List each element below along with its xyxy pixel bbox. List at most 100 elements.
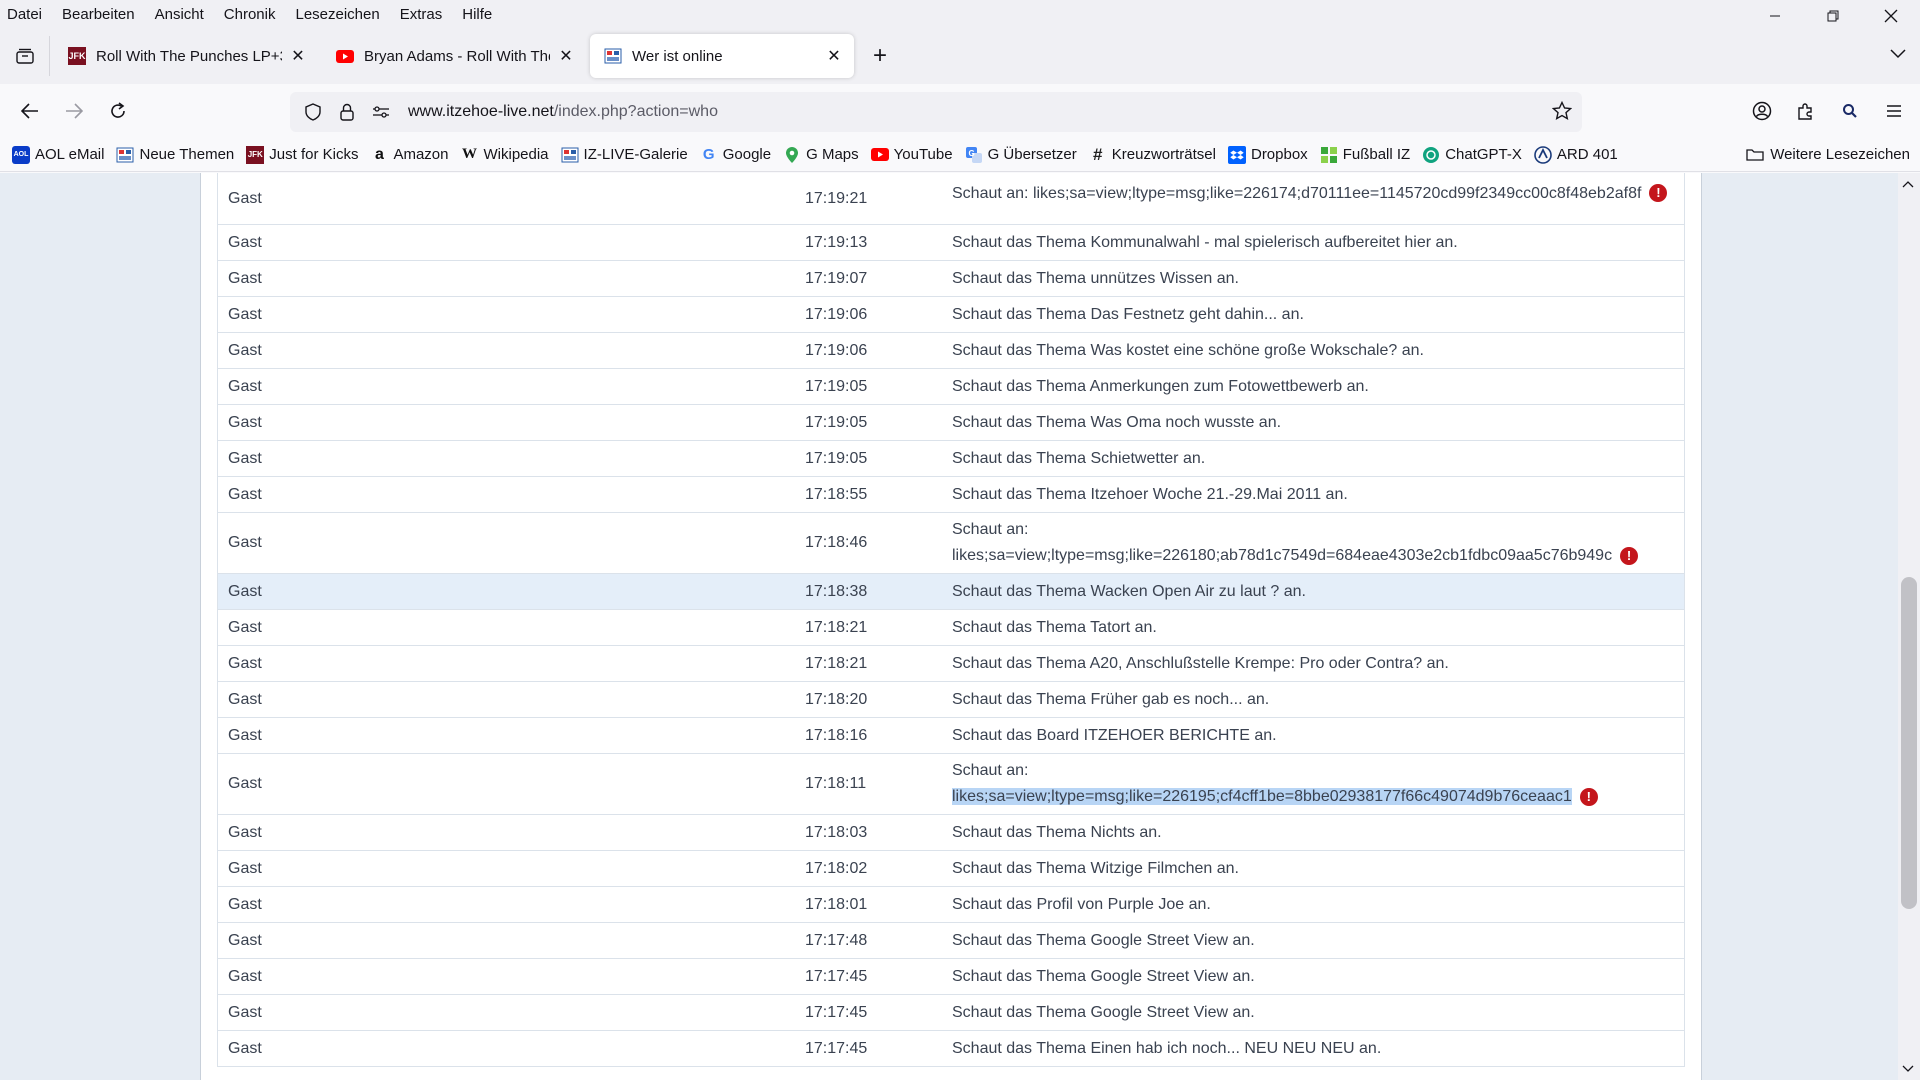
table-row: Gast 17:18:46 Schaut an: likes;sa=view;ltyp… bbox=[217, 513, 1685, 574]
menu-bearbeiten[interactable]: Bearbeiten bbox=[54, 6, 143, 23]
bookmark-label: Amazon bbox=[393, 146, 449, 163]
row-time: 17:19:05 bbox=[805, 449, 868, 467]
vertical-scrollbar[interactable] bbox=[1898, 173, 1920, 1080]
url-domain: www.itzehoe-live.net bbox=[408, 103, 554, 120]
bookmark-neue-themen[interactable]: Neue Themen bbox=[116, 146, 234, 164]
bookmark-favicon-icon bbox=[1320, 146, 1338, 164]
search-extension-button[interactable] bbox=[1828, 91, 1872, 131]
lock-icon[interactable] bbox=[330, 92, 364, 132]
row-action-url[interactable]: likes;sa=view;ltype=msg;like=226180;ab78… bbox=[952, 547, 1612, 564]
close-tab-icon[interactable]: ✕ bbox=[824, 46, 844, 66]
bookmark-g-übersetzer[interactable]: G G Übersetzer bbox=[965, 146, 1077, 164]
row-action: Schaut das Thema unnützes Wissen an. bbox=[952, 266, 1684, 292]
shield-icon[interactable] bbox=[296, 92, 330, 132]
row-time: 17:19:21 bbox=[805, 189, 868, 207]
row-action: Schaut das Thema A20, Anschlußstelle Kre… bbox=[952, 651, 1684, 677]
row-time: 17:17:48 bbox=[805, 931, 868, 949]
row-action-text[interactable]: Schaut an: likes;sa=view;ltype=msg;like=… bbox=[952, 185, 1641, 202]
forward-button[interactable] bbox=[52, 91, 96, 131]
row-action-text: Schaut das Thema Google Street View an. bbox=[952, 931, 1255, 949]
row-action-text: Schaut das Profil von Purple Joe an. bbox=[952, 895, 1211, 913]
bookmark-dropbox[interactable]: Dropbox bbox=[1227, 145, 1308, 164]
table-row: Gast 17:18:20 Schaut das Thema Früher gab … bbox=[217, 682, 1685, 718]
row-action: Schaut das Thema Was Oma noch wusste an. bbox=[952, 410, 1684, 436]
table-row: Gast 17:18:16 Schaut das Board ITZEHOER BE… bbox=[217, 718, 1685, 754]
close-tab-icon[interactable]: ✕ bbox=[288, 46, 308, 66]
row-user: Gast bbox=[228, 449, 262, 467]
tab-bryan-adams-youtube[interactable]: Bryan Adams - Roll With The Pu ✕ bbox=[322, 34, 586, 78]
folder-icon bbox=[1746, 149, 1764, 161]
tab-bar: JFK Roll With The Punches LP+3CD ✕ Bryan… bbox=[0, 28, 1920, 84]
bookmark-favicon-icon: G bbox=[965, 146, 983, 164]
bookmark-favicon-icon bbox=[116, 146, 134, 164]
more-bookmarks-button[interactable]: Weitere Lesezeichen bbox=[1746, 146, 1910, 163]
row-action: Schaut das Thema Das Festnetz geht dahin… bbox=[952, 302, 1684, 328]
bookmark-label: Neue Themen bbox=[139, 146, 235, 163]
tab-list-button[interactable] bbox=[0, 36, 50, 76]
bookmark-favicon-icon: G bbox=[702, 146, 715, 163]
bookmark-star-icon[interactable] bbox=[1551, 100, 1573, 125]
bookmark-favicon-icon bbox=[1227, 145, 1246, 164]
bookmark-wikipedia[interactable]: W Wikipedia bbox=[461, 146, 549, 164]
close-tab-icon[interactable]: ✕ bbox=[556, 46, 576, 66]
bookmark-ard-401[interactable]: ARD 401 bbox=[1534, 145, 1618, 164]
bookmark-favicon-icon: AOL bbox=[12, 145, 30, 164]
row-user: Gast bbox=[228, 895, 262, 913]
tab-manager-icon bbox=[15, 48, 34, 64]
menu-lesezeichen[interactable]: Lesezeichen bbox=[287, 6, 387, 23]
table-row: Gast 17:17:45 Schaut das Thema Google Stre… bbox=[217, 959, 1685, 995]
row-action: Schaut das Profil von Purple Joe an. bbox=[952, 892, 1684, 918]
row-time: 17:18:01 bbox=[805, 895, 868, 913]
scroll-up-arrow-icon[interactable] bbox=[1902, 177, 1914, 191]
bookmark-aol-email[interactable]: AOL AOL eMail bbox=[12, 145, 104, 164]
bookmark-iz-live-galerie[interactable]: IZ-LIVE-Galerie bbox=[561, 146, 688, 164]
tab-roll-with-the-punches[interactable]: JFK Roll With The Punches LP+3CD ✕ bbox=[54, 34, 318, 78]
row-action-url[interactable]: likes;sa=view;ltype=msg;like=226195;cf4c… bbox=[952, 788, 1572, 805]
bookmark-g-maps[interactable]: G Maps bbox=[783, 146, 859, 164]
row-action: Schaut das Thema Früher gab es noch... a… bbox=[952, 687, 1684, 713]
bookmark-youtube[interactable]: YouTube bbox=[870, 146, 953, 164]
bookmark-label: G Maps bbox=[806, 146, 859, 163]
new-tab-button[interactable]: + bbox=[860, 36, 900, 76]
row-time: 17:19:05 bbox=[805, 377, 868, 395]
bookmark-just-for-kicks[interactable]: JFK Just for Kicks bbox=[246, 145, 358, 164]
menu-extras[interactable]: Extras bbox=[392, 6, 451, 23]
url-text[interactable]: www.itzehoe-live.net/index.php?action=wh… bbox=[408, 103, 718, 121]
row-action: Schaut an: likes;sa=view;ltype=msg;like=… bbox=[952, 181, 1684, 207]
scrollbar-thumb[interactable] bbox=[1901, 577, 1917, 909]
youtube-icon bbox=[336, 47, 354, 65]
bookmark-fußball-iz[interactable]: Fußball IZ bbox=[1320, 146, 1410, 164]
row-action: Schaut das Thema Tatort an. bbox=[952, 615, 1684, 641]
bookmark-google[interactable]: G Google bbox=[700, 146, 771, 164]
table-row: Gast 17:17:48 Schaut das Thema Google Stre… bbox=[217, 923, 1685, 959]
row-action-text: Schaut das Thema Tatort an. bbox=[952, 618, 1157, 636]
row-user: Gast bbox=[228, 189, 262, 207]
who-online-table: Gast 17:19:21 Schaut an: likes;sa=view;lty… bbox=[217, 173, 1685, 1067]
row-user: Gast bbox=[228, 618, 262, 636]
account-button[interactable] bbox=[1740, 91, 1784, 131]
list-all-tabs-button[interactable] bbox=[1890, 46, 1906, 62]
bookmark-chatgpt-x[interactable]: ChatGPT-X bbox=[1422, 146, 1522, 164]
row-user: Gast bbox=[228, 269, 262, 287]
jfk-favicon-icon: JFK bbox=[68, 47, 86, 65]
reload-button[interactable] bbox=[96, 91, 140, 131]
hamburger-menu-icon bbox=[1887, 105, 1901, 117]
app-menu-button[interactable] bbox=[1872, 91, 1916, 131]
tab-wer-ist-online[interactable]: Wer ist online ✕ bbox=[590, 34, 854, 78]
bookmark-amazon[interactable]: a Amazon bbox=[370, 146, 448, 164]
row-user: Gast bbox=[228, 859, 262, 877]
bookmark-kreuzworträtsel[interactable]: # Kreuzworträtsel bbox=[1089, 145, 1216, 164]
menu-datei[interactable]: Datei bbox=[0, 6, 50, 23]
table-row: Gast 17:19:05 Schaut das Thema Schietwette… bbox=[217, 441, 1685, 477]
row-action-text: Schaut das Thema Nichts an. bbox=[952, 823, 1162, 841]
row-action: Schaut an: likes;sa=view;ltype=msg;like=2… bbox=[952, 758, 1684, 810]
scroll-down-arrow-icon[interactable] bbox=[1902, 1062, 1914, 1076]
url-bar[interactable]: www.itzehoe-live.net/index.php?action=wh… bbox=[290, 92, 1582, 132]
extensions-button[interactable] bbox=[1784, 91, 1828, 131]
menu-chronik[interactable]: Chronik bbox=[216, 6, 284, 23]
menu-hilfe[interactable]: Hilfe bbox=[454, 6, 500, 23]
menu-ansicht[interactable]: Ansicht bbox=[147, 6, 212, 23]
table-row: Gast 17:19:05 Schaut das Thema Was Oma noc… bbox=[217, 405, 1685, 441]
permissions-icon[interactable] bbox=[364, 92, 398, 132]
back-button[interactable] bbox=[8, 91, 52, 131]
